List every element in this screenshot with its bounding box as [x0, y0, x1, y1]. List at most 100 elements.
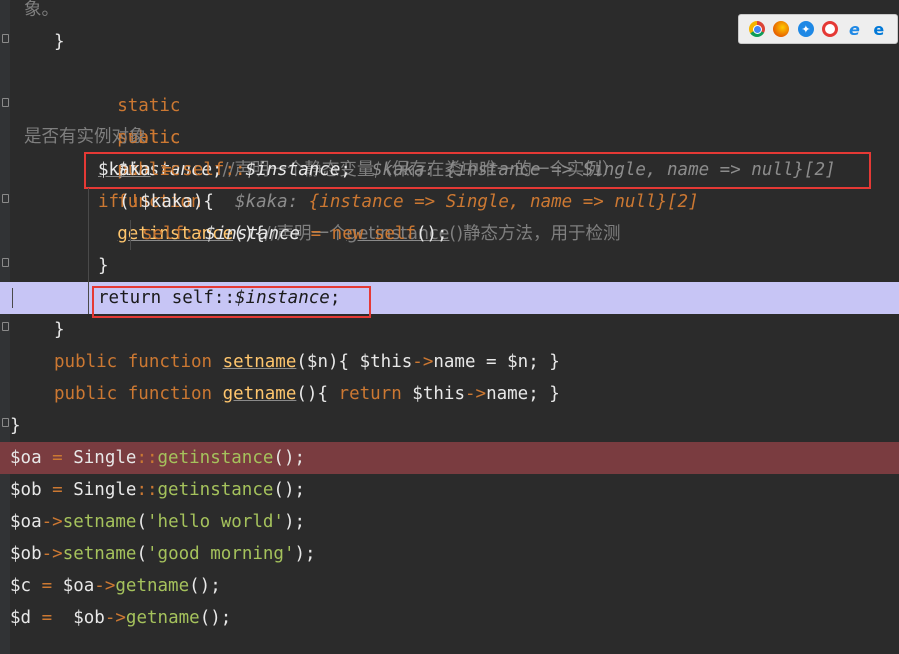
code-line[interactable]: static public function getinstance(){//声…	[0, 90, 899, 244]
indent-guide	[88, 188, 89, 314]
method-getname: getname	[115, 576, 190, 596]
call-end: ();	[273, 480, 306, 500]
keyword-public: public	[54, 352, 118, 372]
method-getname: getname	[125, 608, 200, 628]
method-setname: setname	[62, 544, 137, 564]
arrow-operator: ->	[412, 352, 434, 372]
code-line[interactable]: $oa->setname('hello world');	[0, 506, 899, 538]
property-name: name	[433, 352, 476, 372]
call-end: ();	[189, 576, 221, 596]
code-line[interactable]: $ob = Single::getinstance();	[0, 474, 899, 506]
variable-oa: $oa	[10, 512, 42, 532]
variable-ob: $ob	[73, 608, 105, 628]
code-line[interactable]: }	[0, 410, 899, 442]
comment-text: 象。	[24, 0, 59, 20]
ob-assignment: $ob = Single::getinstance();	[10, 474, 305, 506]
call-end: ();	[415, 224, 448, 244]
getname-tail: ; }	[528, 384, 560, 404]
safari-icon[interactable]: ✦	[797, 21, 814, 37]
call-end: ();	[273, 448, 306, 468]
code-line[interactable]: if(!$kaka){ $kaka: {instance => Single, …	[0, 186, 899, 218]
variable-oa: $oa	[10, 448, 42, 468]
variable-this: $this	[412, 384, 465, 404]
code-line[interactable]: public function setname($n){ $this->name…	[0, 346, 899, 378]
code-line[interactable]: }	[0, 314, 899, 346]
scope-operator: ::	[184, 224, 206, 244]
ob-setname-call: $ob->setname('good morning');	[10, 538, 316, 570]
assign-operator: =	[300, 224, 332, 244]
keyword-public: public	[54, 384, 118, 404]
variable-ob: $ob	[10, 544, 42, 564]
assign-operator: =	[41, 480, 74, 500]
brace: }	[98, 256, 109, 276]
breakpoint-code-line[interactable]: $oa = Single::getinstance();	[0, 442, 899, 474]
string-literal: 'hello world'	[147, 512, 284, 532]
method-getinstance: getinstance	[157, 448, 274, 468]
scope-operator: ::	[136, 480, 158, 500]
open-paren: (	[136, 544, 147, 564]
code-line[interactable]: }	[0, 250, 899, 282]
keyword-new: new	[331, 224, 364, 244]
variable-c: $c	[10, 576, 32, 596]
browser-preview-bar: ✦ e e	[738, 14, 898, 44]
keyword-return: return	[338, 384, 402, 404]
close-call: );	[283, 512, 306, 532]
function-name-getname[interactable]: getname	[223, 384, 297, 404]
assign-operator: =	[41, 448, 74, 468]
brace: }	[54, 320, 65, 340]
code-line[interactable]: static public $instance;//声明一个静态变量（保存在类中…	[0, 58, 899, 180]
keyword-self: self	[373, 224, 416, 244]
instance-assignment: self::$instance = new self();	[142, 218, 448, 250]
not-operator: !	[129, 192, 141, 212]
arrow-operator: ->	[104, 608, 126, 628]
d-assignment: $d = $ob->getname();	[10, 602, 231, 634]
assign-operator: =	[31, 608, 74, 628]
variable-this: $this	[359, 352, 413, 372]
setname-declaration: public function setname($n){ $this->name…	[54, 346, 560, 378]
arrow-operator: ->	[464, 384, 487, 404]
c-assignment: $c = $oa->getname();	[10, 570, 221, 602]
oa-setname-call: $oa->setname('hello world');	[10, 506, 305, 538]
class-single: Single	[73, 480, 137, 500]
arrow-operator: ->	[94, 576, 116, 596]
code-line[interactable]: $ob->setname('good morning');	[0, 538, 899, 570]
method-getinstance: getinstance	[157, 480, 274, 500]
property-name: name	[486, 384, 529, 404]
setname-body: = $n; }	[475, 352, 560, 372]
keyword-function: function	[127, 352, 213, 372]
code-line[interactable]: $c = $oa->getname();	[0, 570, 899, 602]
params: ($n){	[296, 352, 360, 372]
string-literal: 'good morning'	[147, 544, 295, 564]
variable-instance: $instance	[205, 224, 301, 244]
variable-oa: $oa	[62, 576, 95, 596]
ie-icon[interactable]: e	[846, 20, 862, 39]
code-line[interactable]: self::$instance = new self();	[0, 218, 899, 250]
paren-brace: (){	[296, 384, 339, 404]
indent-guide	[130, 220, 131, 250]
class-single: Single	[73, 448, 137, 468]
arrow-operator: ->	[41, 544, 63, 564]
keyword-self: self	[142, 224, 185, 244]
assign-operator: =	[31, 576, 63, 596]
arrow-operator: ->	[41, 512, 63, 532]
comment-text: 是否有实例对象	[24, 127, 147, 147]
text-cursor	[12, 288, 13, 308]
if-condition: $kaka){	[140, 192, 214, 212]
chrome-icon[interactable]	[749, 21, 766, 37]
code-line[interactable]: 是否有实例对象	[0, 121, 899, 153]
opera-icon[interactable]	[822, 21, 839, 37]
method-setname: setname	[62, 512, 137, 532]
edge-icon[interactable]: e	[871, 20, 887, 39]
brace: }	[54, 32, 65, 52]
variable-d: $d	[10, 608, 32, 628]
code-editor[interactable]: 象。 } static public $instance;//声明一个静态变量（…	[0, 0, 899, 654]
code-line[interactable]: $d = $ob->getname();	[0, 602, 899, 634]
code-line[interactable]: public function getname(){ return $this-…	[0, 378, 899, 410]
call-end: ();	[199, 608, 232, 628]
open-paren: (	[136, 512, 147, 532]
open-paren: (	[119, 192, 130, 212]
firefox-icon[interactable]	[773, 21, 790, 37]
function-name-setname[interactable]: setname	[223, 352, 297, 372]
debug-hint-value: {instance => Single, name => null}[2]	[308, 192, 699, 212]
keyword-function: function	[127, 384, 213, 404]
